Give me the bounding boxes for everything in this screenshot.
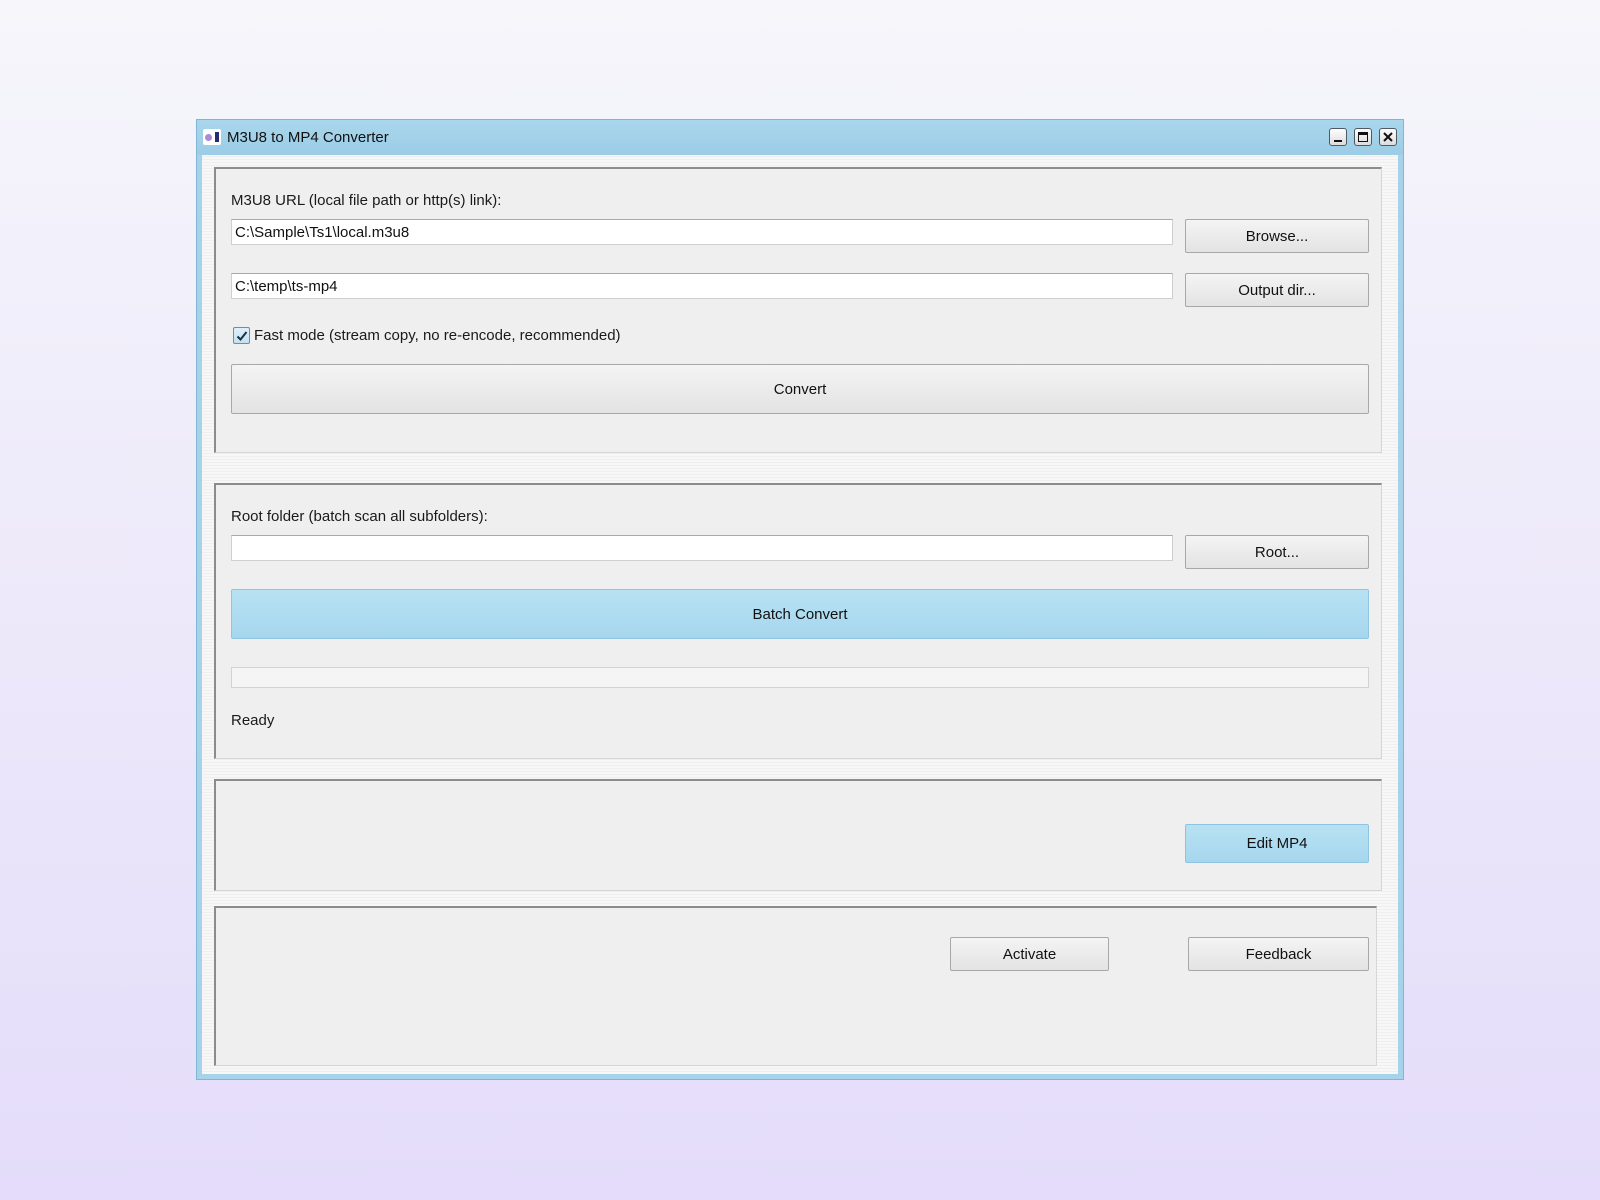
window-title: M3U8 to MP4 Converter — [227, 129, 389, 146]
app-icon — [203, 129, 221, 145]
maximize-glyph — [1358, 132, 1368, 142]
minimize-icon[interactable] — [1329, 128, 1347, 146]
root-folder-label: Root folder (batch scan all subfolders): — [231, 508, 488, 525]
app-icon-bar — [215, 132, 219, 142]
root-folder-input[interactable] — [231, 535, 1173, 561]
batch-progress-bar — [231, 667, 1369, 688]
checkmark-icon — [236, 331, 248, 341]
batch-convert-panel: Root folder (batch scan all subfolders):… — [214, 483, 1382, 759]
m3u8-url-label: M3U8 URL (local file path or http(s) lin… — [231, 192, 502, 209]
close-icon[interactable] — [1379, 128, 1397, 146]
feedback-button[interactable]: Feedback — [1188, 937, 1369, 971]
close-glyph — [1383, 132, 1393, 142]
maximize-icon[interactable] — [1354, 128, 1372, 146]
client-area: M3U8 URL (local file path or http(s) lin… — [202, 155, 1398, 1074]
footer-panel: Activate Feedback — [214, 906, 1377, 1066]
output-dir-input[interactable] — [231, 273, 1173, 299]
root-button[interactable]: Root... — [1185, 535, 1369, 569]
convert-button[interactable]: Convert — [231, 364, 1369, 414]
app-icon-dot — [205, 134, 212, 141]
edit-panel: Edit MP4 — [214, 779, 1382, 891]
app-window: M3U8 to MP4 Converter M3U8 URL (local fi… — [196, 119, 1404, 1080]
fast-mode-checkbox[interactable] — [233, 327, 250, 344]
activate-button[interactable]: Activate — [950, 937, 1109, 971]
output-dir-button[interactable]: Output dir... — [1185, 273, 1369, 307]
browse-button[interactable]: Browse... — [1185, 219, 1369, 253]
batch-convert-button[interactable]: Batch Convert — [231, 589, 1369, 639]
single-convert-panel: M3U8 URL (local file path or http(s) lin… — [214, 167, 1382, 453]
minimize-glyph — [1334, 140, 1342, 142]
edit-mp4-button[interactable]: Edit MP4 — [1185, 824, 1369, 863]
status-label: Ready — [231, 712, 275, 729]
title-bar[interactable]: M3U8 to MP4 Converter — [197, 120, 1403, 155]
fast-mode-label: Fast mode (stream copy, no re-encode, re… — [254, 327, 621, 344]
m3u8-url-input[interactable] — [231, 219, 1173, 245]
